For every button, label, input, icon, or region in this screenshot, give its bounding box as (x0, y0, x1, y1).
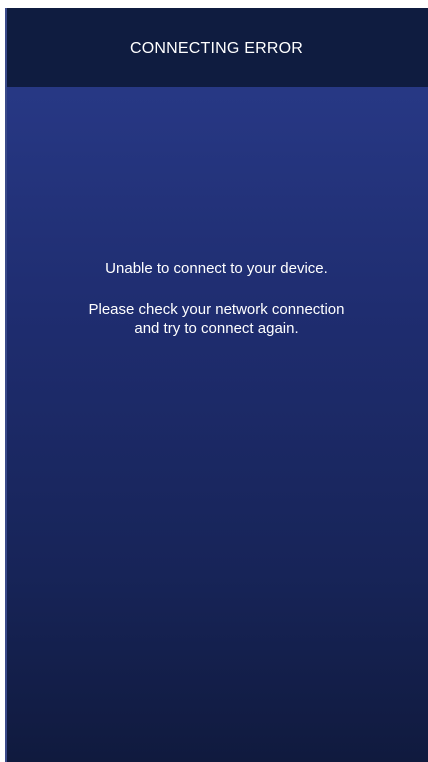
error-message-line-3: and try to connect again. (134, 320, 299, 337)
page-title: CONNECTING ERROR (130, 39, 303, 57)
screen-left-border (5, 8, 7, 762)
error-message-line-1: Unable to connect to your device. (105, 260, 328, 277)
error-message-line-2: Please check your network connection (88, 301, 345, 318)
title-bar: CONNECTING ERROR (5, 8, 428, 87)
app-frame: CONNECTING ERROR Unable to connect to yo… (0, 0, 428, 762)
error-message-primary: Unable to connect to your device. (5, 259, 428, 278)
error-screen: CONNECTING ERROR Unable to connect to yo… (5, 8, 428, 762)
error-message-secondary: Please check your network connection and… (5, 300, 428, 338)
